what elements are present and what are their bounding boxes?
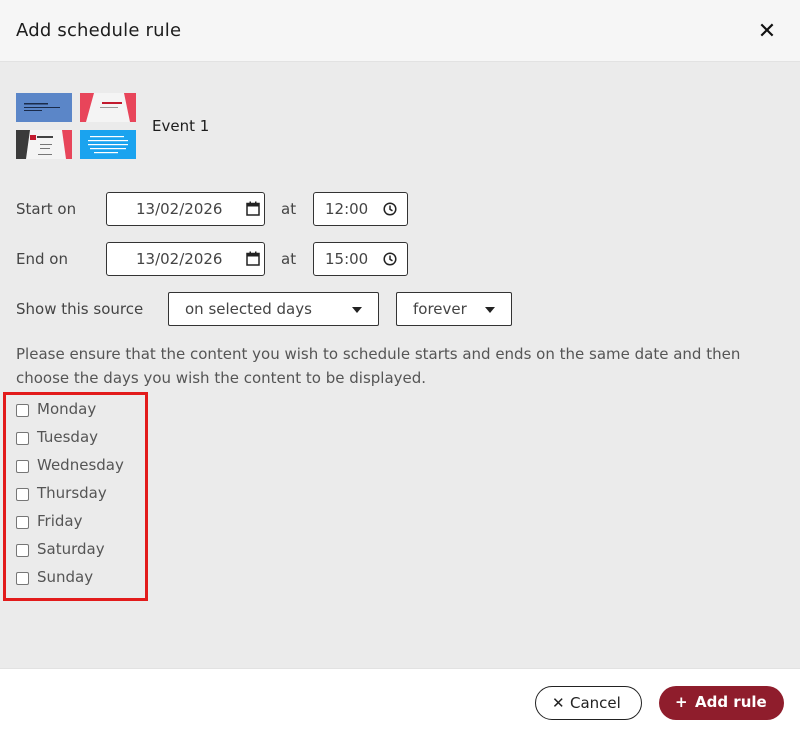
end-at-label: at	[281, 250, 297, 268]
chevron-down-icon	[352, 307, 362, 313]
start-label: Start on	[16, 200, 77, 218]
close-icon[interactable]: ✕	[754, 20, 780, 46]
source-mode-select[interactable]: on selected days	[168, 292, 379, 326]
calendar-icon[interactable]	[246, 201, 260, 220]
start-date-value: 13/02/2026	[136, 200, 223, 218]
add-rule-button[interactable]: + Add rule	[659, 686, 784, 720]
chevron-down-icon	[485, 307, 495, 313]
calendar-icon[interactable]	[246, 251, 260, 270]
day-label: Friday	[37, 512, 83, 530]
add-rule-label: Add rule	[695, 693, 767, 711]
end-date-input[interactable]: 13/02/2026	[106, 242, 265, 276]
day-label: Wednesday	[37, 456, 124, 474]
event-thumbnails	[16, 93, 138, 161]
cancel-button[interactable]: ✕ Cancel	[535, 686, 642, 720]
start-time-value: 12:00	[325, 200, 369, 218]
source-mode-value: on selected days	[185, 300, 312, 318]
plus-icon: +	[675, 693, 688, 711]
close-icon: ✕	[552, 694, 565, 712]
dialog-header: Add schedule rule ✕	[0, 0, 800, 62]
info-text: Please ensure that the content you wish …	[16, 345, 741, 387]
source-label: Show this source	[16, 300, 144, 318]
thumbnail-2	[80, 93, 136, 122]
clock-icon[interactable]	[383, 252, 397, 270]
clock-icon[interactable]	[383, 202, 397, 220]
day-label: Monday	[37, 400, 97, 418]
day-checkbox[interactable]	[16, 516, 29, 529]
end-date-value: 13/02/2026	[136, 250, 223, 268]
dialog-title: Add schedule rule	[16, 20, 182, 41]
day-checkbox[interactable]	[16, 488, 29, 501]
cancel-label: Cancel	[570, 694, 621, 712]
dialog-body: Event 1 Start on 13/02/2026 at 12:00 End…	[0, 62, 800, 668]
start-at-label: at	[281, 200, 297, 218]
source-duration-value: forever	[413, 300, 467, 318]
thumbnail-3	[16, 130, 72, 159]
day-label: Thursday	[37, 484, 107, 502]
end-time-value: 15:00	[325, 250, 369, 268]
day-label: Tuesday	[37, 428, 99, 446]
day-label: Sunday	[37, 568, 94, 586]
event-name: Event 1	[152, 117, 210, 135]
start-date-input[interactable]: 13/02/2026	[106, 192, 265, 226]
dialog-footer: ✕ Cancel + Add rule	[0, 668, 800, 731]
source-duration-select[interactable]: forever	[396, 292, 512, 326]
day-label: Saturday	[37, 540, 105, 558]
day-checkbox[interactable]	[16, 404, 29, 417]
end-time-input[interactable]: 15:00	[313, 242, 408, 276]
day-checkbox[interactable]	[16, 544, 29, 557]
thumbnail-1	[16, 93, 72, 122]
day-checkbox[interactable]	[16, 432, 29, 445]
thumbnail-4	[80, 130, 136, 159]
end-label: End on	[16, 250, 68, 268]
day-checkbox[interactable]	[16, 572, 29, 585]
start-time-input[interactable]: 12:00	[313, 192, 408, 226]
day-checkbox[interactable]	[16, 460, 29, 473]
